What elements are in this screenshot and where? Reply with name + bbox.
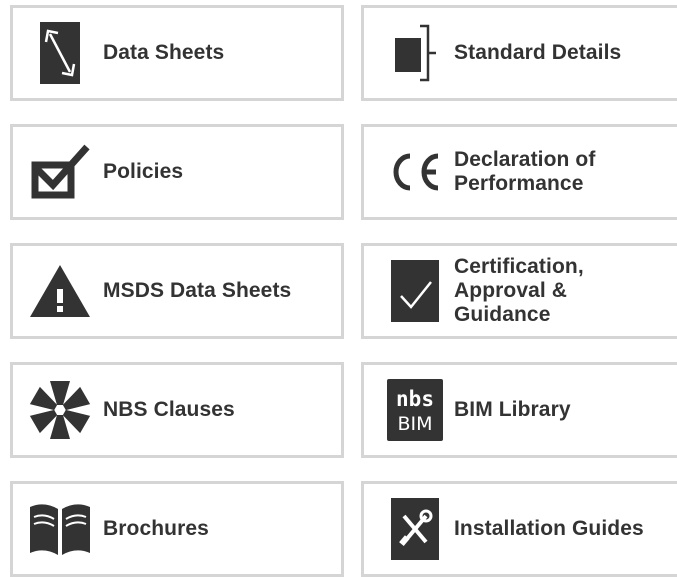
tile-standard-details[interactable]: Standard Details bbox=[361, 5, 677, 101]
tile-label: BIM Library bbox=[454, 398, 571, 421]
bim-logo-text-top: nbs bbox=[396, 387, 434, 411]
bim-logo-text-bottom: BIM bbox=[397, 413, 432, 435]
tile-policies[interactable]: Policies bbox=[10, 124, 344, 220]
tile-label: Standard Details bbox=[454, 41, 622, 64]
tile-label: Installation Guides bbox=[454, 517, 644, 540]
tile-label: Policies bbox=[103, 160, 184, 183]
diagonal-arrow-document-icon bbox=[27, 20, 93, 86]
nbs-bim-logo-icon: nbs BIM bbox=[382, 377, 448, 443]
tile-label: Data Sheets bbox=[103, 41, 225, 64]
tools-icon bbox=[382, 496, 448, 562]
tile-data-sheets[interactable]: Data Sheets bbox=[10, 5, 344, 101]
checkbox-tick-icon bbox=[27, 139, 93, 205]
tile-nbs-clauses[interactable]: NBS Clauses bbox=[10, 362, 344, 458]
tile-bim-library[interactable]: nbs BIM BIM Library bbox=[361, 362, 677, 458]
detail-bracket-icon bbox=[382, 20, 448, 86]
tile-installation-guides[interactable]: Installation Guides bbox=[361, 481, 677, 577]
tile-declaration-of-performance[interactable]: Declaration of Performance bbox=[361, 124, 677, 220]
open-book-icon bbox=[27, 496, 93, 562]
tile-brochures[interactable]: Brochures bbox=[10, 481, 344, 577]
tile-label: NBS Clauses bbox=[103, 398, 235, 421]
tile-msds-data-sheets[interactable]: MSDS Data Sheets bbox=[10, 243, 344, 339]
tile-label: Declaration of Performance bbox=[454, 148, 596, 195]
warning-triangle-icon bbox=[27, 258, 93, 324]
tile-label: MSDS Data Sheets bbox=[103, 279, 292, 302]
nbs-flower-icon bbox=[27, 377, 93, 443]
tile-label: Brochures bbox=[103, 517, 209, 540]
tile-label: Certification, Approval & Guidance bbox=[454, 255, 584, 326]
ce-mark-icon bbox=[382, 139, 448, 205]
tile-certification-approval-guidance[interactable]: Certification, Approval & Guidance bbox=[361, 243, 677, 339]
check-square-icon bbox=[382, 258, 448, 324]
